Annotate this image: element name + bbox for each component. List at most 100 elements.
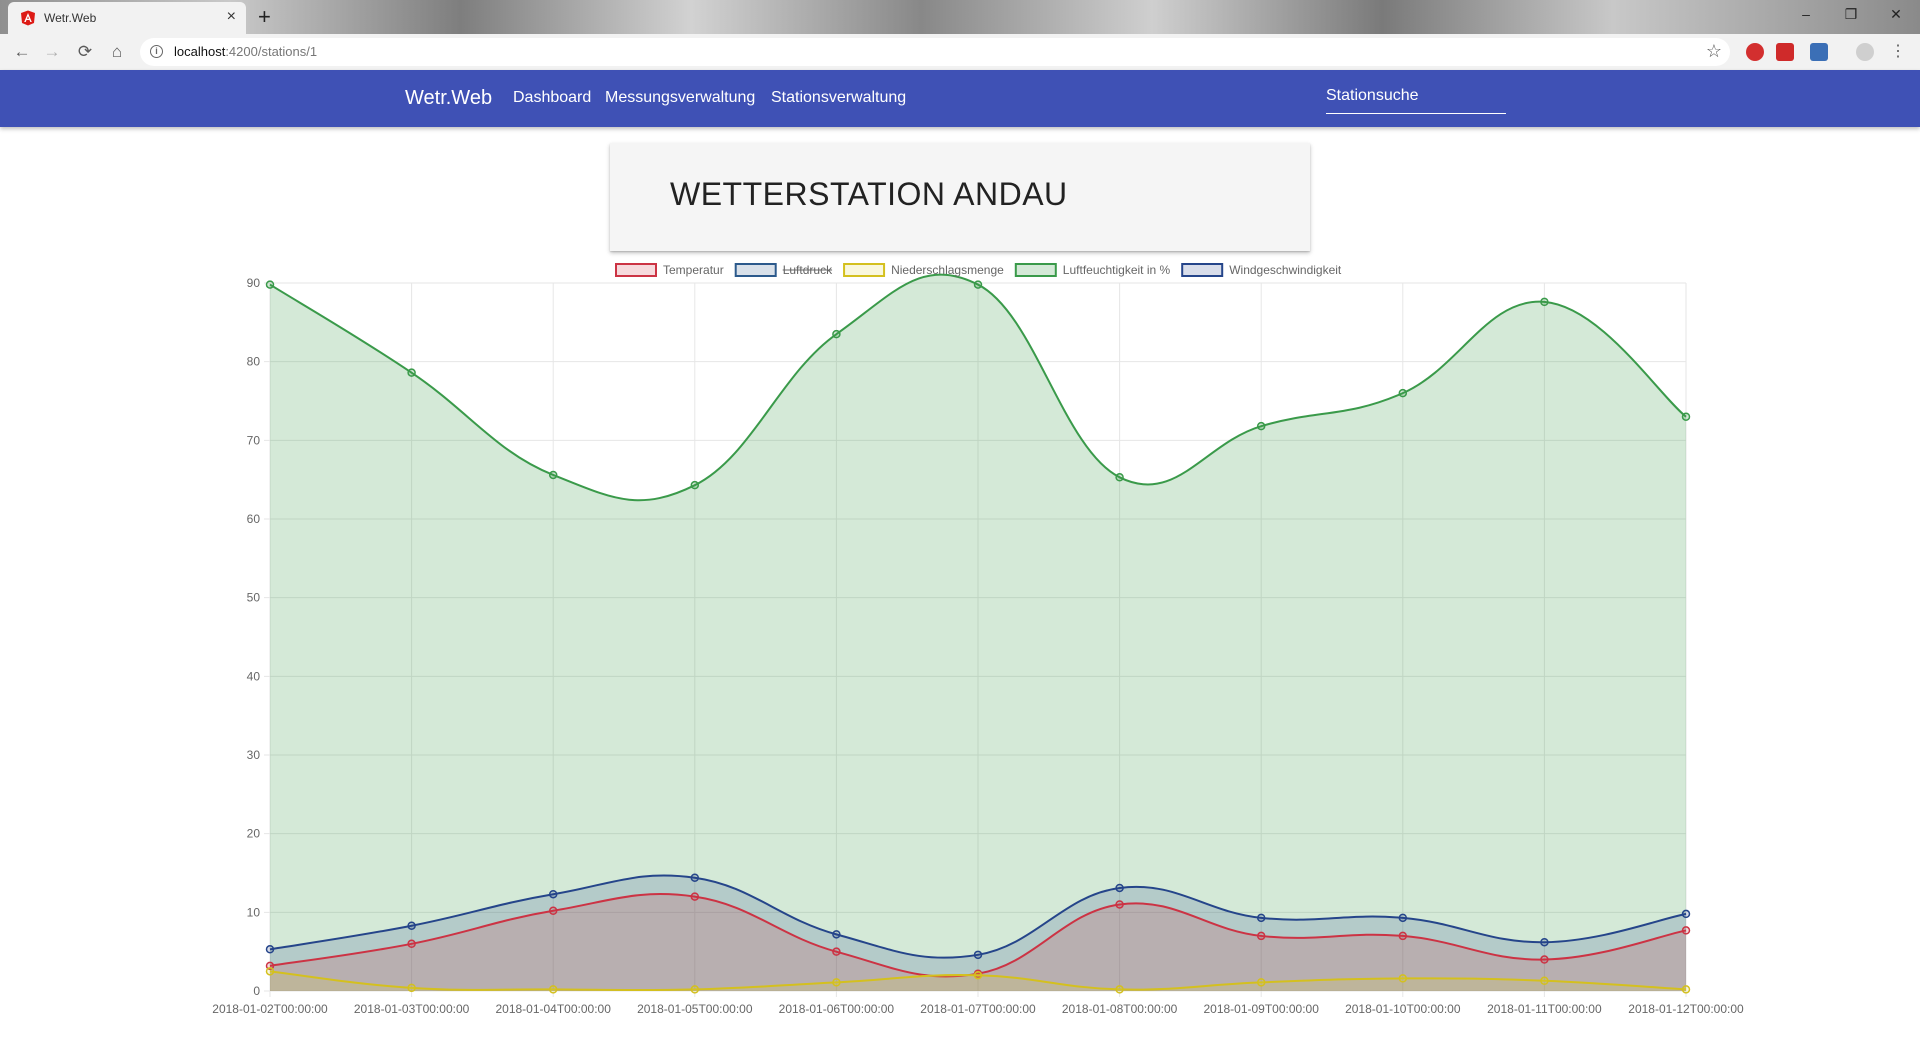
data-point-windgeschwindigkeit[interactable]: [1256, 913, 1266, 923]
x-tick-label: 2018-01-09T00:00:00: [1203, 1002, 1319, 1016]
data-point-windgeschwindigkeit[interactable]: [1115, 883, 1124, 893]
nav-stationsverwaltung[interactable]: Stationsverwaltung: [771, 89, 906, 107]
opera-extension-icon[interactable]: [1746, 43, 1764, 61]
x-tick-label: 2018-01-03T00:00:00: [354, 1002, 470, 1016]
data-point-luftfeuchtigkeit-in[interactable]: [265, 280, 275, 289]
legend-label-niederschlagsmenge[interactable]: Niederschlagsmenge: [891, 263, 1004, 277]
station-title: WETTERSTATION ANDAU: [670, 176, 1068, 212]
nav-dashboard[interactable]: Dashboard: [513, 89, 591, 107]
data-point-niederschlagsmenge[interactable]: [1540, 976, 1549, 986]
legend-swatch-luftfeuchtigkeit-in[interactable]: [1014, 263, 1057, 277]
legend-swatch-niederschlagsmenge[interactable]: [843, 263, 886, 277]
data-point-windgeschwindigkeit[interactable]: [1398, 913, 1408, 923]
restore-button[interactable]: ❐: [1831, 4, 1871, 24]
y-tick-label: 80: [247, 355, 261, 369]
data-point-temperatur[interactable]: [1256, 931, 1266, 941]
measurement-chart: 0 10 20 30 40 50 60 70 80 90 2018-01-02T00:00:00 20…: [212, 263, 1744, 1016]
brand-link[interactable]: Wetr.Web: [405, 87, 492, 110]
data-point-luftfeuchtigkeit-in[interactable]: [407, 368, 416, 377]
data-point-luftfeuchtigkeit-in[interactable]: [1681, 412, 1691, 421]
data-point-windgeschwindigkeit[interactable]: [1540, 937, 1549, 947]
reload-icon[interactable]: ⟳: [73, 40, 97, 64]
legend-label-temperatur[interactable]: Temperatur: [663, 263, 724, 277]
tab-close-icon[interactable]: ×: [227, 7, 236, 27]
x-tick-label: 2018-01-11T00:00:00: [1487, 1002, 1602, 1016]
data-point-luftfeuchtigkeit-in[interactable]: [690, 480, 700, 490]
data-point-luftfeuchtigkeit-in[interactable]: [1256, 421, 1266, 431]
x-tick-label: 2018-01-10T00:00:00: [1345, 1002, 1461, 1016]
y-tick-label: 50: [247, 591, 261, 605]
legend-swatch-luftdruck[interactable]: [734, 263, 777, 277]
data-point-windgeschwindigkeit[interactable]: [1681, 909, 1691, 919]
data-point-temperatur[interactable]: [1681, 926, 1691, 935]
data-point-niederschlagsmenge[interactable]: [832, 978, 841, 987]
y-tick-label: 90: [247, 276, 261, 290]
info-icon[interactable]: i: [150, 45, 163, 58]
minimize-button[interactable]: –: [1786, 4, 1826, 24]
data-point-niederschlagsmenge[interactable]: [265, 967, 275, 976]
data-point-windgeschwindigkeit[interactable]: [407, 921, 416, 930]
nav-messungsverwaltung[interactable]: Messungsverwaltung: [605, 89, 755, 107]
legend-label-windgeschwindigkeit[interactable]: Windgeschwindigkeit: [1229, 263, 1342, 277]
data-point-temperatur[interactable]: [832, 947, 841, 956]
data-point-windgeschwindigkeit[interactable]: [832, 930, 841, 939]
x-tick-label: 2018-01-12T00:00:00: [1628, 1002, 1744, 1016]
legend-swatch-temperatur[interactable]: [615, 263, 657, 277]
data-point-windgeschwindigkeit[interactable]: [690, 873, 700, 882]
home-icon[interactable]: ⌂: [105, 40, 129, 64]
app-navbar: Wetr.Web Dashboard Messungsverwaltung St…: [0, 70, 1920, 127]
bookmark-star-icon[interactable]: ☆: [1706, 41, 1722, 62]
legend-swatch-windgeschwindigkeit[interactable]: [1181, 263, 1224, 277]
data-point-niederschlagsmenge[interactable]: [407, 983, 416, 993]
password-extension-icon[interactable]: [1776, 43, 1794, 61]
station-search: [1326, 83, 1506, 114]
data-point-windgeschwindigkeit[interactable]: [973, 950, 983, 960]
x-tick-label: 2018-01-05T00:00:00: [637, 1002, 753, 1016]
address-bar[interactable]: i localhost:4200/stations/1 ☆: [140, 38, 1730, 66]
forward-icon[interactable]: →: [40, 40, 64, 64]
data-point-windgeschwindigkeit[interactable]: [548, 889, 558, 899]
legend-label-luftfeuchtigkeit-in[interactable]: Luftfeuchtigkeit in %: [1063, 263, 1171, 277]
data-point-windgeschwindigkeit[interactable]: [265, 945, 275, 954]
y-tick-label: 0: [253, 984, 260, 998]
browser-tab[interactable]: Wetr.Web ×: [8, 2, 246, 34]
browser-titlebar: Wetr.Web × + – ❐ ✕: [0, 0, 1920, 34]
station-card: WETTERSTATION ANDAU: [610, 143, 1310, 251]
data-point-temperatur[interactable]: [1540, 955, 1549, 964]
y-tick-label: 10: [247, 905, 261, 919]
browser-menu-icon[interactable]: ⋮: [1886, 40, 1910, 64]
x-tick-label: 2018-01-04T00:00:00: [495, 1002, 611, 1016]
data-point-niederschlagsmenge[interactable]: [1398, 974, 1408, 983]
data-point-temperatur[interactable]: [690, 892, 700, 901]
new-tab-button[interactable]: +: [258, 4, 271, 30]
data-point-luftfeuchtigkeit-in[interactable]: [1115, 473, 1124, 482]
data-point-temperatur[interactable]: [407, 939, 416, 949]
x-tick-label: 2018-01-06T00:00:00: [779, 1002, 895, 1016]
y-tick-label: 30: [247, 748, 261, 762]
url-text: localhost:4200/stations/1: [174, 44, 317, 59]
x-tick-label: 2018-01-08T00:00:00: [1062, 1002, 1178, 1016]
data-point-niederschlagsmenge[interactable]: [1681, 985, 1691, 994]
data-point-luftfeuchtigkeit-in[interactable]: [1398, 388, 1408, 398]
data-point-temperatur[interactable]: [548, 906, 558, 916]
back-icon[interactable]: ←: [10, 40, 34, 64]
data-point-niederschlagsmenge[interactable]: [548, 985, 558, 994]
close-window-button[interactable]: ✕: [1876, 4, 1916, 24]
data-point-luftfeuchtigkeit-in[interactable]: [1540, 297, 1549, 307]
data-point-niederschlagsmenge[interactable]: [1256, 978, 1266, 987]
station-search-input[interactable]: [1326, 83, 1506, 109]
y-tick-label: 40: [247, 669, 261, 683]
url-host: localhost: [174, 44, 226, 59]
data-point-temperatur[interactable]: [1398, 931, 1408, 941]
calendar-extension-icon[interactable]: [1810, 43, 1828, 61]
data-point-luftfeuchtigkeit-in[interactable]: [832, 329, 841, 339]
profile-avatar-icon[interactable]: [1856, 43, 1874, 61]
data-point-luftfeuchtigkeit-in[interactable]: [548, 470, 558, 480]
y-tick-label: 60: [247, 512, 261, 526]
tab-title: Wetr.Web: [44, 11, 97, 25]
data-point-niederschlagsmenge[interactable]: [973, 971, 983, 980]
data-point-niederschlagsmenge[interactable]: [1115, 985, 1124, 994]
data-point-luftfeuchtigkeit-in[interactable]: [973, 280, 983, 289]
data-point-niederschlagsmenge[interactable]: [690, 985, 700, 994]
data-point-temperatur[interactable]: [1115, 900, 1124, 909]
